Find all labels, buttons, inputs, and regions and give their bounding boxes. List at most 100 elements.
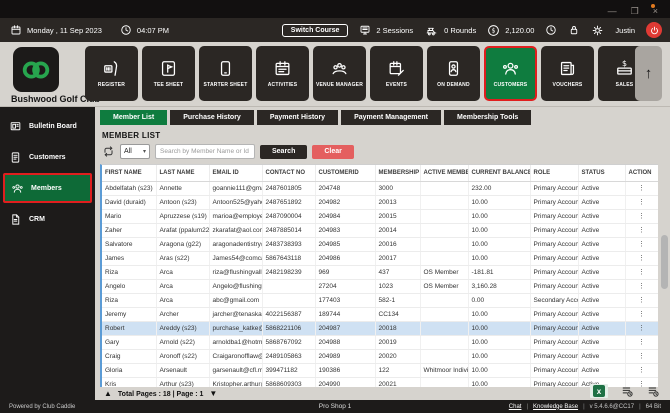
table-row[interactable]: Jeremy Archer jarcher@tenaska.c 4022156387 1…: [102, 307, 658, 322]
table-cell: 10.00: [468, 363, 531, 378]
table-cell: James54@comcas: [209, 251, 263, 266]
column-header-status[interactable]: STATUS: [578, 165, 626, 182]
refresh-icon[interactable]: [102, 145, 115, 158]
tab-payment-history[interactable]: Payment History: [256, 110, 339, 125]
table-cell: 190386: [315, 363, 376, 378]
search-button[interactable]: Search: [260, 144, 308, 159]
filter-select-value: All: [124, 148, 132, 155]
toolbar-button-label: SALES: [615, 82, 634, 88]
search-input[interactable]: [155, 144, 255, 159]
table-cell: 27204: [315, 279, 376, 294]
row-actions-menu-button[interactable]: ⋮: [625, 293, 658, 308]
table-row[interactable]: Angelo Arca Angelo@flushingv 27204 1023 OS Me…: [102, 279, 658, 294]
row-actions-menu-button[interactable]: ⋮: [625, 279, 658, 294]
sidebar-item-customers[interactable]: Customers: [3, 142, 92, 172]
toolbar-button-customers[interactable]: CUSTOMERS: [484, 46, 537, 101]
row-actions-menu-button[interactable]: ⋮: [625, 363, 658, 378]
table-cell: Active: [578, 279, 626, 294]
table-row[interactable]: Gary Arnold (s22) arnoldba1@hotm 5868767092…: [102, 335, 658, 350]
table-cell: 2489105863: [262, 349, 316, 364]
tab-payment-management[interactable]: Payment Management: [341, 110, 441, 125]
row-actions-menu-button[interactable]: ⋮: [625, 321, 658, 336]
page-down-button[interactable]: ▼: [209, 390, 217, 398]
filter-select[interactable]: All ▾: [120, 144, 150, 159]
toolbar-button-activities[interactable]: ACTIVITIES: [256, 46, 309, 101]
toolbar-button-venue-manager[interactable]: VENUE MANAGER: [313, 46, 366, 101]
window-close-button[interactable]: ×: [653, 7, 658, 16]
toolbar-button-events[interactable]: EVENTS: [370, 46, 423, 101]
page-up-button[interactable]: ▲: [104, 390, 112, 398]
events-icon: [387, 59, 406, 78]
tab-membership-tools[interactable]: Membership Tools: [444, 110, 532, 125]
column-header-first-name[interactable]: FIRST NAME: [102, 165, 157, 182]
tab-bar: Member List Purchase History Payment Histo…: [95, 107, 670, 125]
table-row[interactable]: Robert Areddy (s23) purchase_katke@ 5868221…: [102, 321, 658, 336]
tab-member-list[interactable]: Member List: [100, 110, 168, 125]
row-actions-menu-button[interactable]: ⋮: [625, 335, 658, 350]
table-row[interactable]: David (duraid) Antoon (s23) Antoon525@yaho…: [102, 195, 658, 210]
toolbar-button-vouchers[interactable]: VOUCHERS: [541, 46, 594, 101]
sidebar-item-crm[interactable]: CRM: [3, 204, 92, 234]
table-row[interactable]: Riza Arca abc@gmail.com 177403 582-1 0.00 Seco…: [102, 293, 658, 308]
logout-power-button[interactable]: [646, 22, 662, 38]
sidebar-item-bulletin-board[interactable]: Bulletin Board: [3, 111, 92, 141]
switch-course-button[interactable]: Switch Course: [281, 23, 349, 37]
column-header-membership[interactable]: MEMBERSHIP: [375, 165, 421, 182]
table-cell: Primary Account: [530, 335, 579, 350]
row-actions-menu-button[interactable]: ⋮: [625, 307, 658, 322]
row-actions-menu-button[interactable]: ⋮: [625, 223, 658, 238]
row-actions-menu-button[interactable]: ⋮: [625, 237, 658, 252]
knowledge-base-link[interactable]: Knowledge Base: [533, 404, 578, 410]
clock-status-icon[interactable]: [545, 24, 557, 36]
toolbar-button-register[interactable]: REGISTER: [85, 46, 138, 101]
table-cell: 2487885014: [262, 223, 316, 238]
export-excel-button[interactable]: x: [590, 384, 608, 398]
column-header-contact-no[interactable]: CONTACT NO: [262, 165, 316, 182]
table-cell: 10.00: [468, 321, 531, 336]
row-actions-menu-button[interactable]: ⋮: [625, 349, 658, 364]
row-actions-menu-button[interactable]: ⋮: [625, 195, 658, 210]
gear-icon[interactable]: [591, 24, 604, 37]
column-header-customerid[interactable]: CUSTOMERID: [315, 165, 376, 182]
column-header-last-name[interactable]: LAST NAME: [156, 165, 210, 182]
current-date: Monday , 11 Sep 2023: [27, 25, 102, 35]
chat-link[interactable]: Chat: [509, 404, 522, 410]
column-header-current-balance[interactable]: CURRENT BALANCE: [468, 165, 531, 182]
table-cell: 10.00: [468, 377, 531, 387]
window-maximize-button[interactable]: ❐: [631, 7, 639, 16]
toolbar-button-tee-sheet[interactable]: TEE SHEET: [142, 46, 195, 101]
table-cell: [420, 335, 469, 350]
table-row[interactable]: JamesAras (s22)James54@comcas58676431182…: [102, 251, 658, 266]
toolbar-button-on-demand[interactable]: ON DEMAND: [427, 46, 480, 101]
table-row[interactable]: Craig Aronoff (s22) Craigaronofflaw@ 248910…: [102, 349, 658, 364]
table-row[interactable]: Abdelfatah (s23) Annette goannie111@gma 248…: [102, 181, 658, 196]
clear-button[interactable]: Clear: [312, 144, 354, 159]
vertical-scrollbar[interactable]: [661, 235, 668, 289]
table-row[interactable]: Mario Apruzzese (s19) marioa@employe 248709…: [102, 209, 658, 224]
row-actions-menu-button[interactable]: ⋮: [625, 181, 658, 196]
column-header-role[interactable]: ROLE: [530, 165, 579, 182]
sidebar-item-label: Customers: [29, 153, 66, 161]
column-header-email-id[interactable]: EMAIL ID: [209, 165, 263, 182]
tab-purchase-history[interactable]: Purchase History: [170, 110, 254, 125]
table-cell: Active: [578, 209, 626, 224]
row-actions-menu-button[interactable]: ⋮: [625, 251, 658, 266]
lock-icon[interactable]: [568, 24, 580, 36]
print-report-icon[interactable]: [621, 385, 634, 398]
export-report-icon[interactable]: [647, 385, 660, 398]
window-minimize-button[interactable]: —: [608, 7, 617, 16]
table-row[interactable]: Gloria Arsenault garsenault@cfl.rr.c 399471…: [102, 363, 658, 378]
toolbar-scroll-up-button[interactable]: ↑: [635, 46, 662, 101]
table-row[interactable]: SalvatoreAragona (g22)aragonadentistry@2…: [102, 237, 658, 252]
toolbar-button-starter-sheet[interactable]: STARTER SHEET: [199, 46, 252, 101]
table-row[interactable]: Riza Arca riza@flushingvalle 2482198239 969 4…: [102, 265, 658, 280]
table-row[interactable]: Kris Arthur (s23) Kristopher.arthur@ 586860…: [102, 377, 658, 387]
table-cell: 20020: [375, 349, 421, 364]
column-header-action[interactable]: ACTION: [625, 165, 658, 182]
table-row[interactable]: Zaher Arafat (ppalum22) zkarafat@aol.com 24…: [102, 223, 658, 238]
startersheet-icon: [216, 59, 235, 78]
sidebar-item-members[interactable]: Members: [3, 173, 92, 203]
column-header-active-membership[interactable]: ACTIVE MEMBERSHIP: [420, 165, 469, 182]
row-actions-menu-button[interactable]: ⋮: [625, 265, 658, 280]
row-actions-menu-button[interactable]: ⋮: [625, 209, 658, 224]
